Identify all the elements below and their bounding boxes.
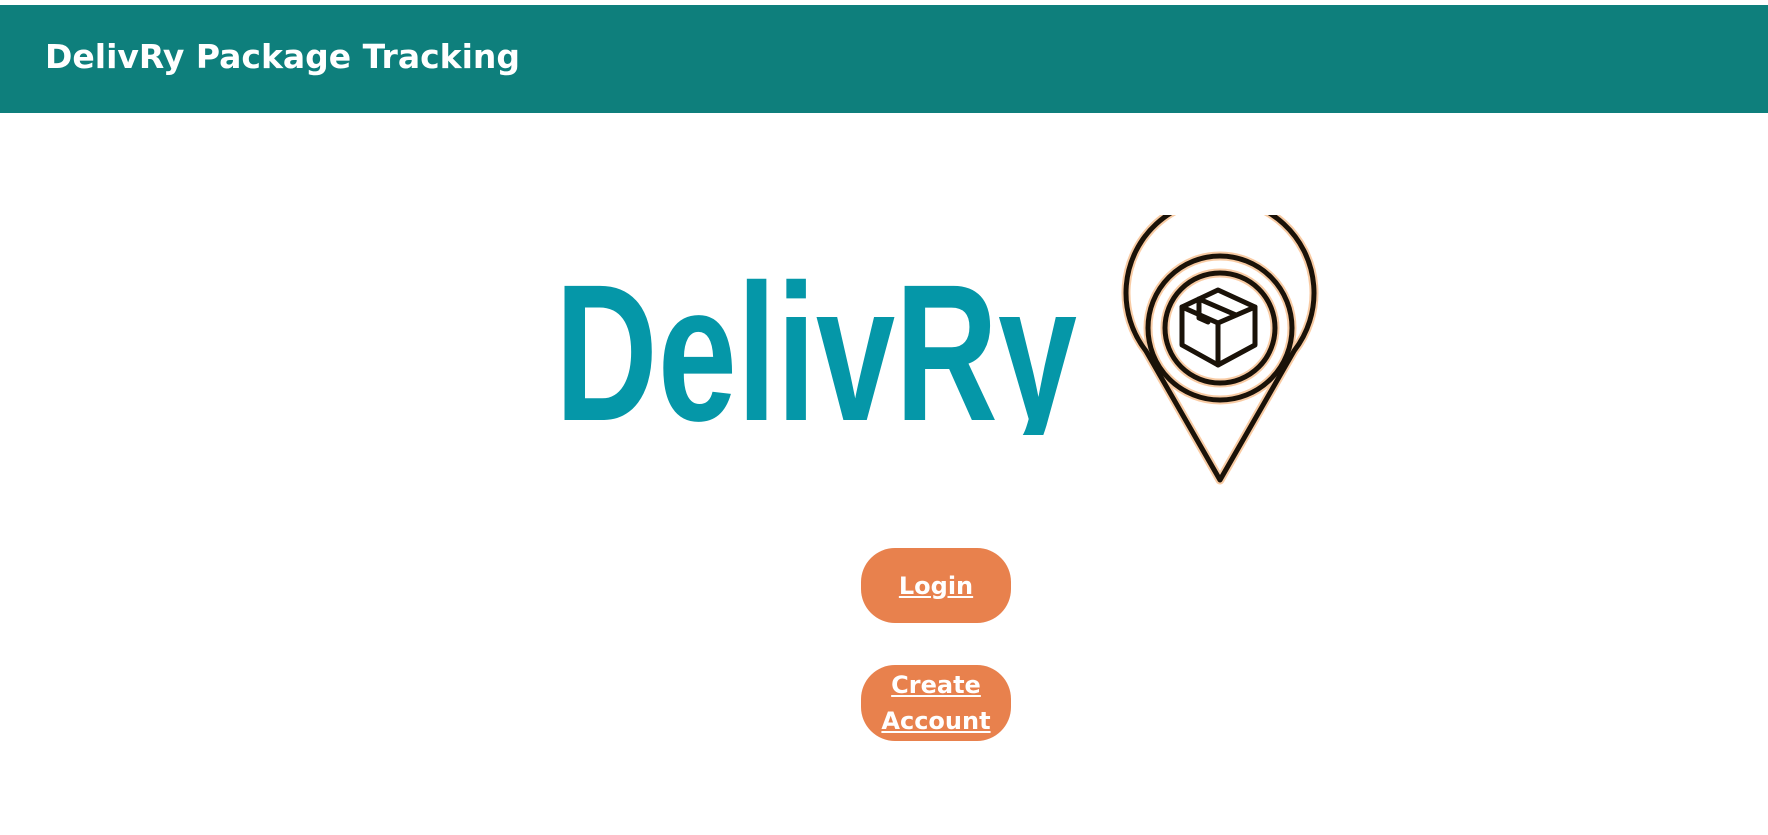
create-account-button[interactable]: Create Account: [861, 665, 1011, 741]
login-button[interactable]: Login: [861, 548, 1011, 623]
page-title: DelivRy Package Tracking: [45, 36, 521, 76]
logo-wordmark: DelivRy: [555, 265, 1077, 435]
location-pin-package-icon: [1121, 215, 1319, 485]
create-account-button-label: Create Account: [881, 671, 991, 735]
logo-wordmark-text: DelivRy: [555, 265, 1077, 435]
login-button-label: Login: [898, 571, 974, 600]
brand-logo: DelivRy: [555, 215, 1345, 545]
app-header: DelivRy Package Tracking: [0, 5, 1768, 113]
